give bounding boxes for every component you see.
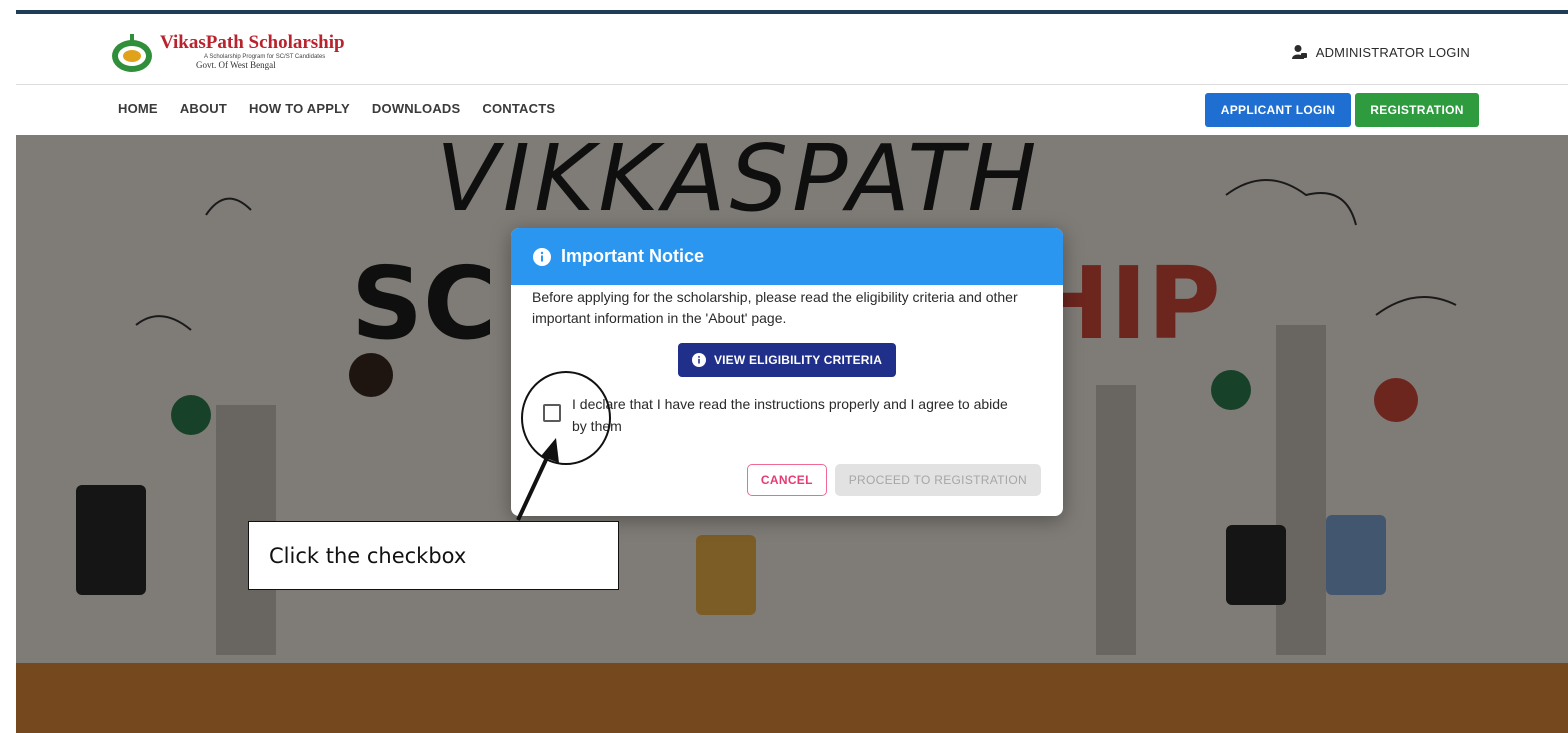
user-lock-icon: [1291, 45, 1307, 59]
site-header: VikasPath Scholarship A Scholarship Prog…: [16, 14, 1568, 84]
administrator-login-label: ADMINISTRATOR LOGIN: [1315, 44, 1470, 60]
main-navbar: HOME ABOUT HOW TO APPLY DOWNLOADS CONTAC…: [16, 84, 1568, 136]
government-emblem-icon: [112, 34, 152, 72]
dialog-title: Important Notice: [561, 246, 705, 266]
declaration-label[interactable]: I declare that I have read the instructi…: [572, 393, 1012, 437]
dialog-message: Before applying for the scholarship, ple…: [532, 289, 1018, 326]
view-eligibility-criteria-button[interactable]: VIEW ELIGIBILITY CRITERIA: [677, 343, 897, 377]
info-icon: [691, 353, 706, 367]
brand-title: VikasPath Scholarship: [160, 32, 345, 53]
brand-text: VikasPath Scholarship A Scholarship Prog…: [160, 32, 345, 70]
registration-button[interactable]: REGISTRATION: [1355, 93, 1479, 127]
important-notice-dialog: Important Notice Before applying for the…: [511, 228, 1063, 516]
nav-contacts[interactable]: CONTACTS: [482, 101, 555, 116]
view-eligibility-criteria-label: VIEW ELIGIBILITY CRITERIA: [713, 353, 883, 367]
declaration-checkbox[interactable]: [543, 404, 561, 422]
nav-home[interactable]: HOME: [118, 101, 158, 116]
info-icon: [533, 247, 551, 266]
proceed-to-registration-button[interactable]: PROCEED TO REGISTRATION: [834, 464, 1041, 496]
declaration-row: I declare that I have read the instructi…: [543, 393, 1012, 437]
applicant-login-button[interactable]: APPLICANT LOGIN: [1205, 93, 1351, 127]
criteria-button-wrap: VIEW ELIGIBILITY CRITERIA: [511, 343, 1063, 377]
nav-about[interactable]: ABOUT: [180, 101, 227, 116]
brand-subtitle: Govt. Of West Bengal: [196, 60, 276, 70]
nav-links: HOME ABOUT HOW TO APPLY DOWNLOADS CONTAC…: [118, 101, 555, 116]
dialog-actions: CANCEL PROCEED TO REGISTRATION: [746, 464, 1041, 496]
dialog-header: Important Notice: [511, 228, 1063, 285]
site-logo[interactable]: VikasPath Scholarship A Scholarship Prog…: [110, 26, 400, 78]
instruction-callout: Click the checkbox: [248, 521, 619, 590]
nav-how-to-apply[interactable]: HOW TO APPLY: [249, 101, 350, 116]
cancel-button[interactable]: CANCEL: [746, 464, 827, 496]
administrator-login-link[interactable]: ADMINISTRATOR LOGIN: [1291, 44, 1470, 60]
nav-downloads[interactable]: DOWNLOADS: [372, 101, 460, 116]
